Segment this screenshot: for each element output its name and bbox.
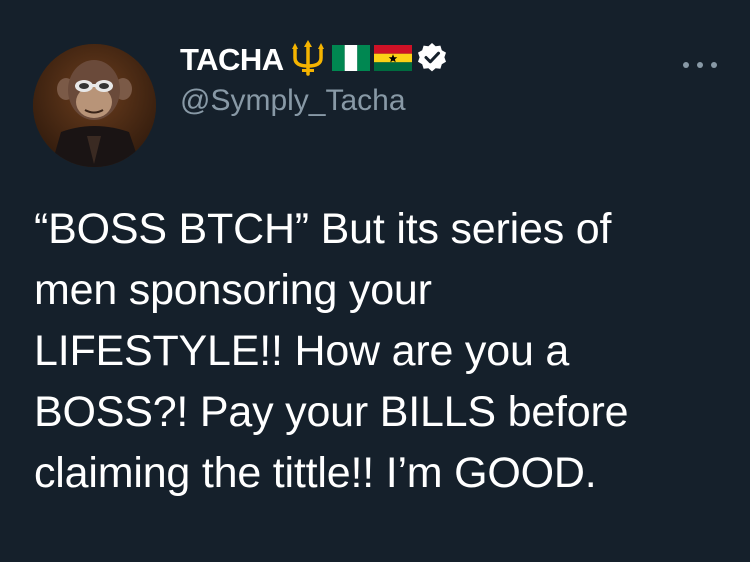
more-dot: [683, 62, 689, 68]
tweet-text-line: “BOSS BTCH” But its series of: [34, 205, 612, 253]
nigeria-flag-emoji: [331, 44, 370, 76]
author-handle[interactable]: @Symply_Tacha: [180, 84, 406, 118]
tweet-text-line: LIFESTYLE!! How are you a: [34, 327, 570, 375]
tweet-text-line: BOSS?! Pay your BILLS before: [34, 388, 629, 436]
tweet-text-line: claiming the tittle!! I’m GOOD.: [34, 449, 597, 497]
verified-badge-icon: [416, 42, 448, 79]
tweet-text-line: men sponsoring your: [34, 266, 432, 314]
trident-emoji: [288, 38, 328, 83]
author-name-row: TACHA: [180, 38, 448, 83]
more-dot: [711, 62, 717, 68]
more-options-icon[interactable]: [683, 60, 717, 70]
more-dot: [697, 62, 703, 68]
display-name[interactable]: TACHA: [180, 42, 284, 78]
avatar[interactable]: [33, 44, 156, 167]
ghana-flag-emoji: [373, 44, 412, 76]
tweet-card: TACHA @Symply_Tacha “BOSS BTCH” But its …: [0, 0, 750, 562]
tweet-text: “BOSS BTCH” But its series of men sponso…: [34, 199, 734, 504]
ape-avatar-icon: [33, 44, 156, 167]
